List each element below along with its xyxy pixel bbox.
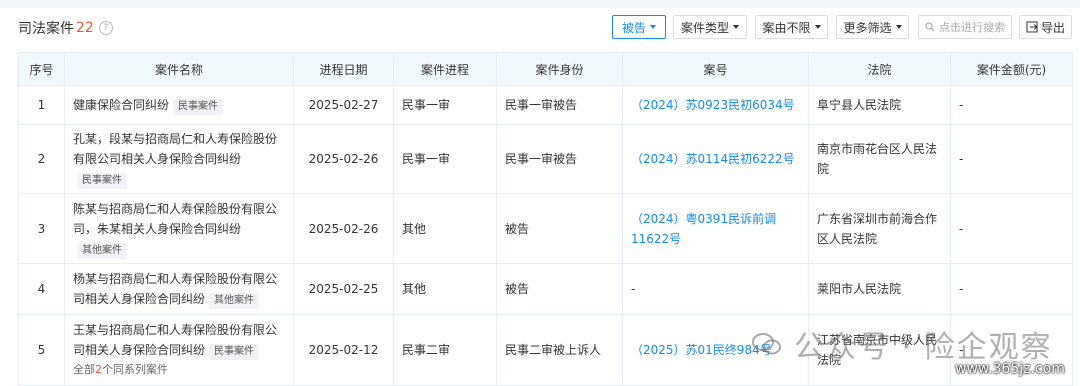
col-header-date[interactable]: 进程日期 — [293, 52, 394, 86]
case-type-tag: 民事案件 — [77, 173, 127, 189]
chevron-down-icon — [895, 25, 902, 29]
court: 广东省深圳市前海合作区人民法院 — [808, 193, 951, 264]
case-number-link[interactable]: （2024）苏0114民初6222号 — [631, 152, 795, 166]
case-cause-label: 案由不限 — [762, 20, 811, 35]
case-role: 民事二审被上诉人 — [496, 314, 623, 386]
case-amount: - — [950, 85, 1073, 125]
process-date: 2025-02-12 — [293, 314, 394, 386]
search-icon — [925, 22, 935, 32]
case-number-cell: （2024）苏0923民初6034号 — [622, 85, 809, 125]
case-type-tag: 其他案件 — [77, 242, 127, 259]
row-no: 1 — [18, 85, 65, 125]
series-count: 2 — [95, 363, 102, 376]
case-role: 民事一审被告 — [496, 85, 623, 125]
export-label: 导出 — [1040, 20, 1065, 35]
court: 南京市雨花台区人民法院 — [808, 124, 951, 194]
row-no: 3 — [18, 193, 65, 264]
case-number-cell: （2024）苏0114民初6222号 — [622, 124, 809, 194]
series-cases-link[interactable]: 全部2个同系列案件 — [73, 360, 285, 380]
col-header-stage[interactable]: 案件进程 — [393, 52, 497, 86]
wechat-icon — [752, 333, 781, 355]
case-cause-dropdown[interactable]: 案由不限 — [755, 15, 828, 39]
table-row: 4 杨某与招商局仁和人寿保险股份有限公司相关人身保险合同纠纷 其他案件 2025-… — [18, 263, 1073, 315]
chevron-down-icon — [733, 25, 739, 29]
case-stage: 其他 — [393, 193, 497, 264]
case-name[interactable]: 孔某，段某与招商局仁和人寿保险股份有限公司相关人身保险合同纠纷 — [73, 129, 285, 169]
case-name-cell[interactable]: 健康保险合同纠纷 民事案件 — [64, 85, 294, 125]
case-type-dropdown[interactable]: 案件类型 — [673, 15, 747, 39]
case-number-empty: - — [631, 282, 636, 296]
series-suffix: 个同系列案件 — [102, 363, 168, 376]
case-name[interactable]: 健康保险合同纠纷 — [73, 98, 169, 112]
case-number-cell: - — [622, 263, 809, 315]
watermark-text: 公众号 · 险企观察 — [794, 330, 1053, 365]
top-strip — [0, 0, 1080, 8]
court: 阜宁县人民法院 — [808, 85, 951, 125]
export-button[interactable]: 导出 — [1019, 15, 1072, 39]
col-header-case-no[interactable]: 案号 — [622, 52, 809, 86]
case-name-cell[interactable]: 孔某，段某与招商局仁和人寿保险股份有限公司相关人身保险合同纠纷民事案件 — [64, 124, 294, 194]
more-filters-label: 更多筛选 — [843, 20, 892, 35]
site-watermark: www.365jz.com — [955, 361, 1065, 377]
case-type-tag: 其他案件 — [209, 293, 260, 309]
row-no: 2 — [18, 124, 65, 194]
more-filters-dropdown[interactable]: 更多筛选 — [836, 15, 909, 39]
section-title: 司法案件 22 ? — [18, 18, 113, 38]
case-amount: - — [950, 124, 1073, 194]
case-name[interactable]: 陈某与招商局仁和人寿保险股份有限公司，朱某相关人身保险合同纠纷 — [73, 199, 285, 239]
search-input[interactable]: 点击进行搜索 — [918, 15, 1012, 39]
table-row: 1 健康保险合同纠纷 民事案件 2025-02-27 民事一审 民事一审被告 （2… — [18, 85, 1073, 125]
case-role: 被告 — [496, 263, 623, 315]
case-amount: - — [950, 263, 1073, 315]
case-name-cell[interactable]: 杨某与招商局仁和人寿保险股份有限公司相关人身保险合同纠纷 其他案件 — [64, 263, 294, 315]
col-header-name[interactable]: 案件名称 — [64, 52, 294, 86]
export-icon — [1026, 21, 1038, 33]
case-amount: - — [950, 193, 1073, 264]
series-prefix: 全部 — [73, 363, 95, 376]
process-date: 2025-02-25 — [293, 263, 394, 315]
row-no: 4 — [18, 263, 65, 315]
case-number-link[interactable]: （2024）苏0923民初6034号 — [631, 98, 795, 112]
case-type-label: 案件类型 — [680, 20, 729, 35]
table-row: 3 陈某与招商局仁和人寿保险股份有限公司，朱某相关人身保险合同纠纷其他案件 20… — [18, 193, 1073, 264]
case-type-tag: 民事案件 — [173, 99, 224, 115]
case-count: 22 — [76, 20, 94, 36]
row-no: 5 — [18, 314, 65, 386]
wechat-watermark: 公众号 · 险企观察 — [752, 322, 1053, 366]
case-name-cell[interactable]: 王某与招商局仁和人寿保险股份有限公司相关人身保险合同纠纷 民事案件 全部2个同系列案… — [64, 314, 294, 386]
col-header-amount[interactable]: 案件金额(元) — [950, 52, 1073, 86]
case-number-cell: （2024）粤0391民诉前调11622号 — [622, 193, 809, 264]
col-header-no[interactable]: 序号 — [18, 52, 65, 86]
case-type-tag: 民事案件 — [209, 344, 260, 360]
court: 莱阳市人民法院 — [808, 263, 951, 315]
role-filter-dropdown[interactable]: 被告 — [612, 15, 666, 39]
col-header-role[interactable]: 案件身份 — [496, 52, 623, 86]
role-filter-label: 被告 — [621, 20, 646, 35]
chevron-down-icon — [650, 25, 656, 29]
case-stage: 其他 — [393, 263, 497, 315]
case-stage: 民事一审 — [393, 124, 497, 194]
case-role: 被告 — [496, 193, 623, 264]
table-row: 2 孔某，段某与招商局仁和人寿保险股份有限公司相关人身保险合同纠纷民事案件 20… — [18, 124, 1073, 194]
table-header-row: 序号 案件名称 进程日期 案件进程 案件身份 案号 法院 案件金额(元) — [18, 52, 1073, 86]
search-placeholder: 点击进行搜索 — [939, 21, 1005, 34]
process-date: 2025-02-26 — [293, 124, 394, 194]
section-title-text: 司法案件 — [18, 21, 74, 37]
case-name-cell[interactable]: 陈某与招商局仁和人寿保险股份有限公司，朱某相关人身保险合同纠纷其他案件 — [64, 193, 294, 264]
chevron-down-icon — [814, 25, 821, 29]
help-icon[interactable]: ? — [98, 21, 113, 35]
case-stage: 民事一审 — [393, 85, 497, 125]
case-number-link[interactable]: （2025）苏01民终984号 — [631, 343, 772, 357]
process-date: 2025-02-26 — [293, 193, 394, 264]
case-stage: 民事二审 — [393, 314, 497, 386]
col-header-court[interactable]: 法院 — [808, 52, 951, 86]
case-number-link[interactable]: （2024）粤0391民诉前调11622号 — [631, 212, 776, 246]
case-role: 民事一审被告 — [496, 124, 623, 194]
process-date: 2025-02-27 — [293, 85, 394, 125]
